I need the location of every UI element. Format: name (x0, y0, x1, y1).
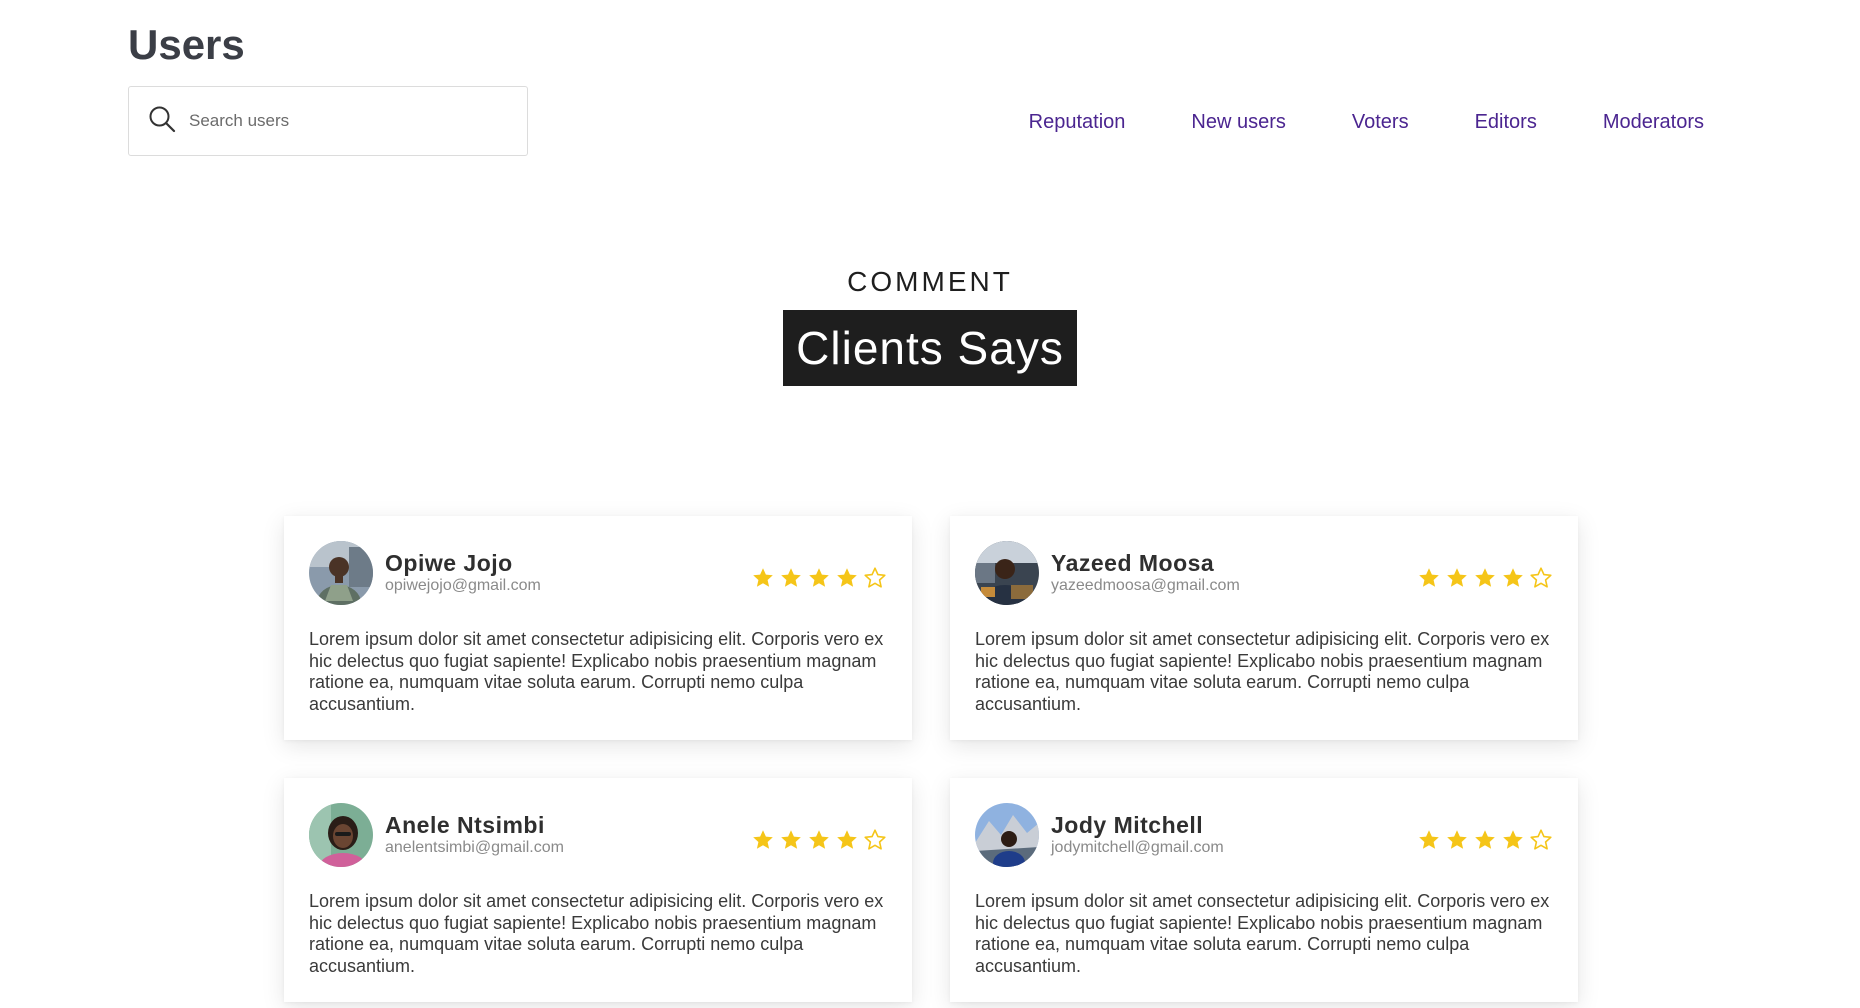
search-input[interactable] (187, 110, 491, 132)
star-outline-icon (1530, 829, 1552, 850)
star-filled-icon (1447, 568, 1467, 587)
star-filled-icon (1503, 830, 1523, 849)
testimonial-grid: Opiwe Jojo opiwejojo@gmail.com Lorem ips… (284, 516, 1578, 1002)
reviewer-name: Anele Ntsimbi (385, 812, 545, 838)
star-outline-icon (864, 829, 886, 850)
avatar (975, 541, 1039, 605)
star-filled-icon (1447, 830, 1467, 849)
star-filled-icon (809, 830, 829, 849)
star-outline-icon (864, 567, 886, 588)
star-rating (751, 828, 887, 852)
testimonial-card: Anele Ntsimbi anelentsimbi@gmail.com Lor… (284, 778, 912, 1002)
star-filled-icon (781, 830, 801, 849)
star-filled-icon (1419, 568, 1439, 587)
avatar (309, 541, 373, 605)
star-filled-icon (781, 568, 801, 587)
search-icon (147, 104, 177, 139)
nav-link-voters[interactable]: Voters (1352, 108, 1409, 136)
star-filled-icon (837, 568, 857, 587)
user-filter-nav: Reputation New users Voters Editors Mode… (1029, 108, 1704, 136)
reviewer-name: Opiwe Jojo (385, 550, 513, 576)
nav-link-editors[interactable]: Editors (1475, 108, 1537, 136)
nav-link-reputation[interactable]: Reputation (1029, 108, 1126, 136)
nav-link-new-users[interactable]: New users (1191, 108, 1285, 136)
search-box[interactable] (128, 86, 528, 156)
reviewer-email: yazeedmoosa@gmail.com (1051, 577, 1240, 594)
section-eyebrow: COMMENT (847, 266, 1013, 297)
star-rating (751, 566, 887, 590)
star-filled-icon (1475, 830, 1495, 849)
testimonial-card: Yazeed Moosa yazeedmoosa@gmail.com Lorem… (950, 516, 1578, 740)
star-rating (1417, 566, 1553, 590)
testimonial-text: Lorem ipsum dolor sit amet consectetur a… (309, 891, 884, 976)
reviewer-name: Yazeed Moosa (1051, 550, 1215, 576)
section-title: Clients Says (783, 310, 1077, 386)
star-filled-icon (837, 830, 857, 849)
star-filled-icon (809, 568, 829, 587)
avatar (309, 803, 373, 867)
testimonial-text: Lorem ipsum dolor sit amet consectetur a… (975, 891, 1550, 976)
section-header: COMMENT Clients Says (0, 264, 1860, 386)
reviewer-email: jodymitchell@gmail.com (1051, 839, 1224, 856)
star-outline-icon (1530, 567, 1552, 588)
reviewer-email: anelentsimbi@gmail.com (385, 839, 564, 856)
reviewer-email: opiwejojo@gmail.com (385, 577, 541, 594)
page: Users Reputation New users Voters Editor… (0, 0, 1860, 1008)
star-filled-icon (1503, 568, 1523, 587)
star-filled-icon (1419, 830, 1439, 849)
page-title: Users (128, 21, 245, 68)
testimonial-text: Lorem ipsum dolor sit amet consectetur a… (309, 629, 884, 714)
star-filled-icon (1475, 568, 1495, 587)
testimonial-text: Lorem ipsum dolor sit amet consectetur a… (975, 629, 1550, 714)
nav-link-moderators[interactable]: Moderators (1603, 108, 1704, 136)
testimonial-card: Opiwe Jojo opiwejojo@gmail.com Lorem ips… (284, 516, 912, 740)
testimonial-card: Jody Mitchell jodymitchell@gmail.com Lor… (950, 778, 1578, 1002)
reviewer-name: Jody Mitchell (1051, 812, 1204, 838)
star-filled-icon (753, 568, 773, 587)
star-filled-icon (753, 830, 773, 849)
star-rating (1417, 828, 1553, 852)
avatar (975, 803, 1039, 867)
